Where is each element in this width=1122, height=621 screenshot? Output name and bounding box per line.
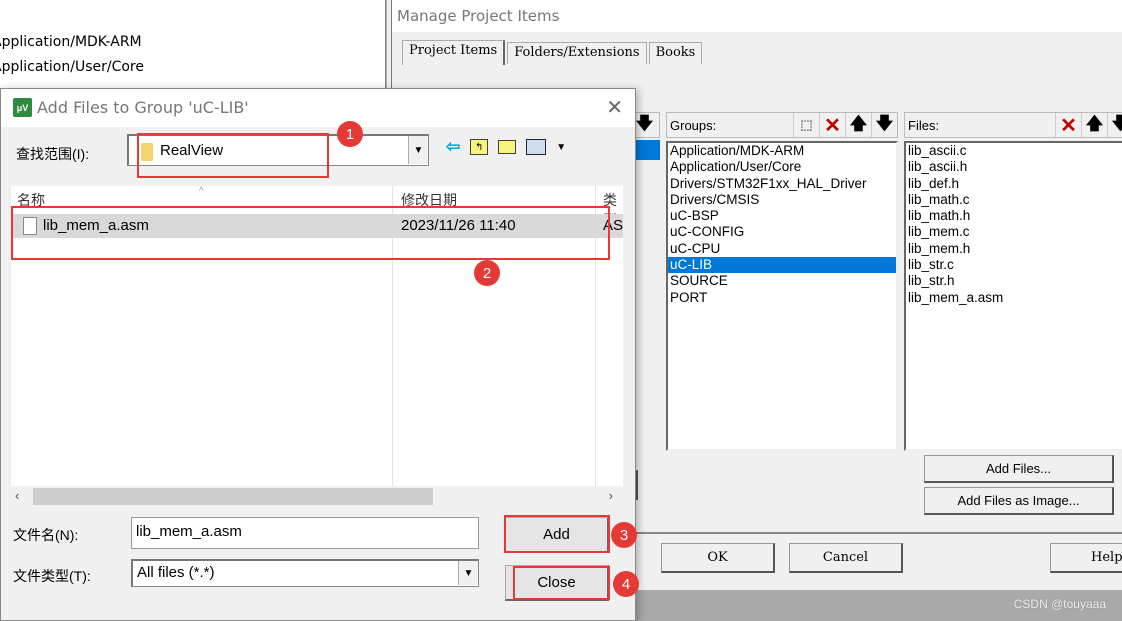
dialog-titlebar: μV Add Files to Group 'uC-LIB' ✕ [1, 89, 635, 127]
ok-button[interactable]: OK [661, 543, 775, 573]
tab-folders-extensions[interactable]: Folders/Extensions [507, 42, 647, 64]
annotation-badge-3: 3 [611, 522, 637, 548]
chevron-down-icon[interactable]: ▼ [458, 561, 478, 585]
file-row[interactable]: lib_mem_a.asm 2023/11/26 11:40 AS [11, 214, 623, 238]
new-group-icon[interactable]: ⬚ [793, 113, 819, 137]
file-item[interactable]: lib_def.h [906, 176, 1122, 192]
move-up-icon[interactable]: 🡅 [1081, 113, 1107, 137]
delete-icon[interactable]: ✕ [1055, 113, 1081, 137]
group-item[interactable]: Application/User/Core [668, 159, 896, 175]
file-item[interactable]: lib_mem_a.asm [906, 290, 1122, 306]
column-header-date[interactable]: 修改日期 [401, 190, 457, 210]
groups-list[interactable]: Application/MDK-ARM Application/User/Cor… [666, 141, 898, 451]
groups-label: Groups: [670, 117, 717, 133]
delete-icon[interactable]: ✕ [819, 113, 845, 137]
horizontal-scrollbar[interactable]: ‹ › [11, 486, 623, 508]
add-files-as-image-button[interactable]: Add Files as Image... [924, 487, 1114, 515]
look-in-value: RealView [160, 142, 224, 159]
file-list[interactable]: ^ 名称 修改日期 类型 lib_mem_a.asm 2023/11/26 11… [11, 186, 623, 486]
group-item[interactable]: uC-CONFIG [668, 224, 896, 240]
filename-input[interactable]: lib_mem_a.asm [131, 517, 479, 549]
scroll-left-icon[interactable]: ‹ [15, 488, 19, 503]
annotation-badge-1: 1 [337, 121, 363, 147]
file-item[interactable]: lib_math.h [906, 208, 1122, 224]
view-menu-icon[interactable] [526, 139, 547, 155]
project-panel-line[interactable]: Application/User/Core [0, 59, 144, 75]
file-item[interactable]: lib_str.c [906, 257, 1122, 273]
file-item[interactable]: lib_ascii.c [906, 143, 1122, 159]
add-button[interactable]: Add [505, 517, 609, 553]
file-item[interactable]: lib_str.h [906, 273, 1122, 289]
move-down-icon[interactable]: 🡇 [871, 113, 897, 137]
groups-header: Groups: ⬚ ✕ 🡅 🡇 [666, 112, 898, 138]
tab-project-items[interactable]: Project Items [402, 40, 506, 65]
filetype-combo[interactable]: All files (*.*) ▼ [131, 559, 479, 587]
column-header-name[interactable]: 名称 [17, 190, 45, 210]
filename-label: 文件名(N): [13, 527, 79, 543]
file-icon [23, 217, 37, 235]
add-files-dialog: μV Add Files to Group 'uC-LIB' ✕ 查找范围(I)… [0, 88, 636, 621]
group-item-selected[interactable]: uC-LIB [668, 257, 896, 274]
navigation-toolbar: ⇦ ↰ ▼ [446, 137, 566, 157]
tab-books[interactable]: Books [648, 42, 703, 64]
view-dropdown-icon[interactable]: ▼ [556, 142, 566, 153]
move-down-icon[interactable]: 🡇 [1107, 113, 1122, 137]
watermark: CSDN @touyaaa [1013, 597, 1106, 611]
window-titlebar: Manage Project Items [392, 0, 1122, 32]
chevron-down-icon[interactable]: ▼ [408, 136, 428, 164]
folder-icon [141, 143, 153, 161]
scroll-right-icon[interactable]: › [609, 488, 613, 503]
back-arrow-icon[interactable]: ⇦ [446, 137, 460, 157]
file-item[interactable]: lib_math.c [906, 192, 1122, 208]
files-list[interactable]: lib_ascii.c lib_ascii.h lib_def.h lib_ma… [904, 141, 1122, 451]
group-item[interactable]: uC-CPU [668, 241, 896, 257]
cancel-button[interactable]: Cancel [789, 543, 903, 573]
dialog-title: Add Files to Group 'uC-LIB' [37, 98, 249, 117]
project-panel-line[interactable]: Application/MDK-ARM [0, 34, 142, 50]
close-button[interactable]: Close [505, 565, 609, 601]
filetype-value: All files (*.*) [137, 564, 215, 581]
filetype-label: 文件类型(T): [13, 568, 91, 584]
up-folder-icon[interactable]: ↰ [470, 139, 489, 155]
file-item[interactable]: lib_ascii.h [906, 159, 1122, 175]
file-item[interactable]: lib_mem.h [906, 241, 1122, 257]
file-date: 2023/11/26 11:40 [401, 217, 516, 234]
file-type: AS [603, 217, 623, 234]
group-item[interactable]: uC-BSP [668, 208, 896, 224]
group-item[interactable]: SOURCE [668, 273, 896, 289]
add-files-button[interactable]: Add Files... [924, 455, 1114, 483]
keil-app-icon: μV [13, 98, 32, 117]
file-item[interactable]: lib_mem.c [906, 224, 1122, 240]
scrollbar-thumb[interactable] [33, 488, 433, 505]
move-up-icon[interactable]: 🡅 [845, 113, 871, 137]
new-folder-icon[interactable] [498, 140, 517, 154]
close-icon[interactable]: ✕ [606, 95, 623, 119]
window-title: Manage Project Items [397, 7, 560, 25]
help-button[interactable]: Help [1050, 543, 1122, 573]
files-header: Files: ✕ 🡅 🡇 [904, 112, 1122, 138]
group-item[interactable]: Drivers/CMSIS [668, 192, 896, 208]
annotation-badge-2: 2 [474, 260, 500, 286]
files-label: Files: [908, 117, 940, 133]
group-item[interactable]: Drivers/STM32F1xx_HAL_Driver [668, 176, 896, 192]
tab-bar: Project Items Folders/Extensions Books [402, 40, 704, 65]
group-item[interactable]: PORT [668, 290, 896, 306]
look-in-label: 查找范围(I): [16, 146, 90, 162]
look-in-combo[interactable]: RealView ▼ [127, 134, 429, 166]
file-name: lib_mem_a.asm [43, 217, 149, 234]
sort-caret-icon: ^ [199, 186, 204, 197]
group-item[interactable]: Application/MDK-ARM [668, 143, 896, 159]
annotation-badge-4: 4 [613, 571, 639, 597]
